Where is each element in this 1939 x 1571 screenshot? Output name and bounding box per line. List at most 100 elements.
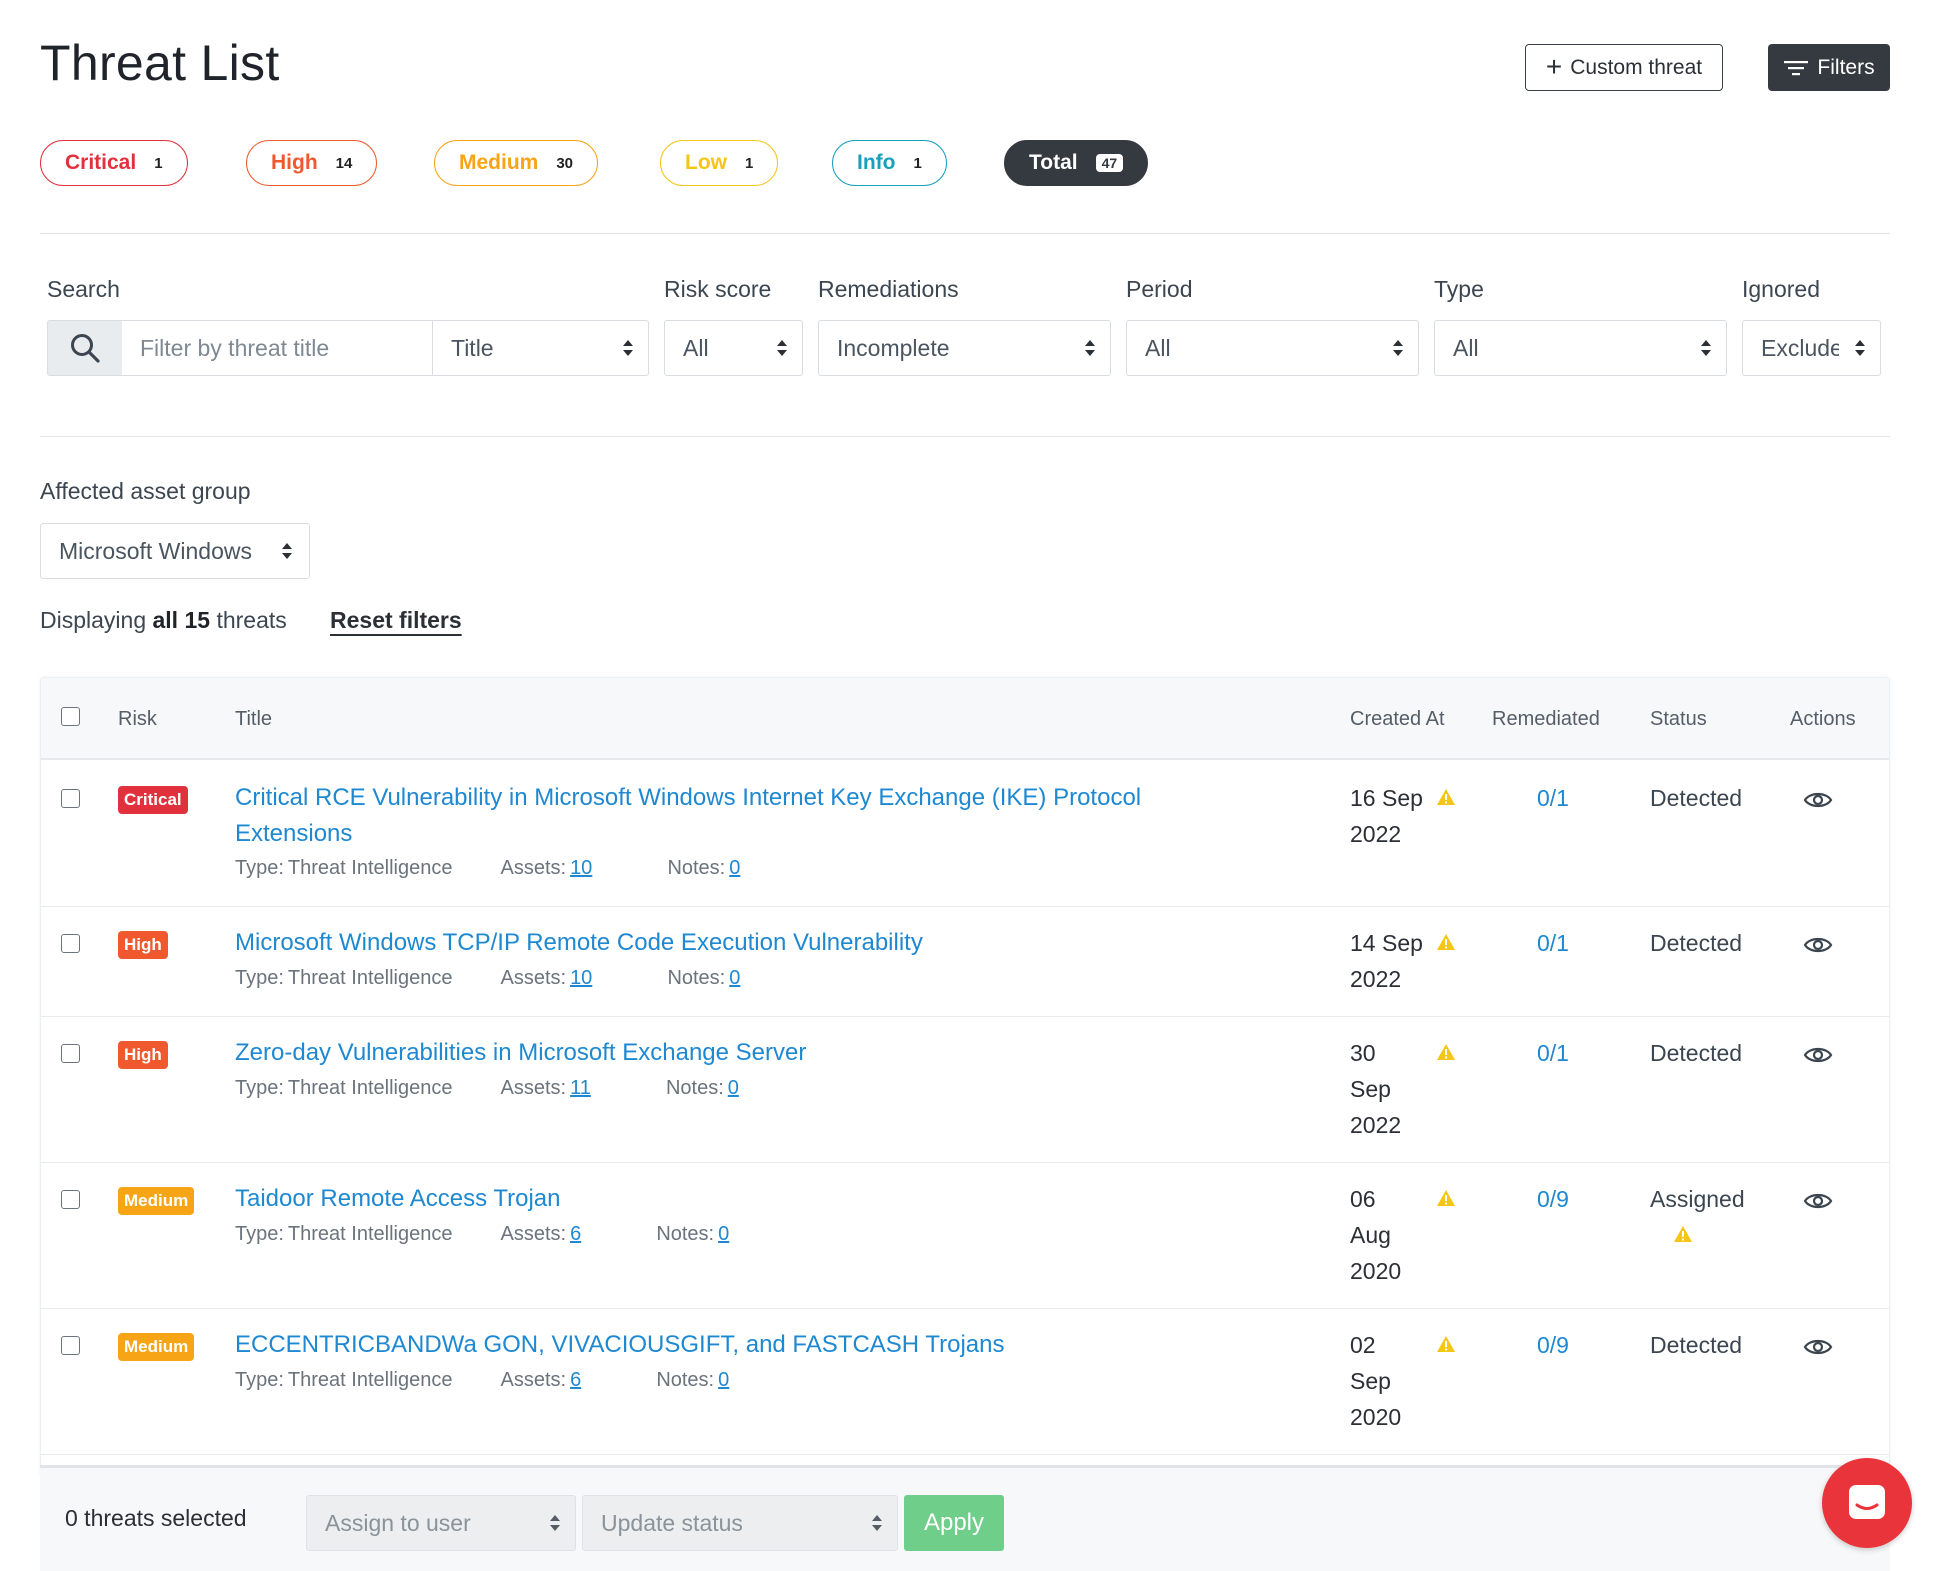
eye-icon[interactable] [1803, 1191, 1833, 1211]
type-value: Threat Intelligence [287, 967, 453, 989]
threat-meta: Type: Threat Intelligence Assets: 6 Notes:… [235, 1223, 729, 1246]
row-checkbox[interactable] [61, 789, 80, 808]
sort-arrows-icon [1393, 340, 1403, 356]
remediated-link[interactable]: 0/9 [1537, 1181, 1569, 1217]
pill-low[interactable]: Low 1 [660, 140, 779, 186]
row-checkbox[interactable] [61, 1044, 80, 1063]
remediated-link[interactable]: 0/1 [1537, 1035, 1569, 1071]
threat-title-link[interactable]: Zero-day Vulnerabilities in Microsoft Ex… [235, 1035, 1235, 1071]
eye-icon[interactable] [1803, 935, 1833, 955]
created-line: 2020 [1350, 1258, 1402, 1284]
pill-critical[interactable]: Critical 1 [40, 140, 188, 186]
notes-link[interactable]: 0 [718, 1369, 729, 1391]
status-text: Detected [1650, 1040, 1743, 1066]
risk-badge: High [118, 931, 168, 959]
assets-link[interactable]: 6 [570, 1223, 581, 1245]
remediated-link[interactable]: 0/1 [1537, 925, 1569, 961]
threat-title-link[interactable]: Critical RCE Vulnerability in Microsoft … [235, 780, 1235, 852]
threat-meta: Type: Threat Intelligence Assets: 10 Notes… [235, 967, 740, 990]
notes-key: Notes: [667, 857, 726, 879]
pill-medium[interactable]: Medium 30 [434, 140, 599, 186]
asset-group-label: Affected asset group [40, 478, 251, 504]
reset-filters-link[interactable]: Reset filters [330, 607, 462, 634]
filters-label: Filters [1817, 55, 1875, 79]
type-key: Type: [235, 1223, 284, 1245]
risk-score-value: All [683, 334, 709, 361]
ignored-select[interactable]: Exclude [1742, 320, 1881, 376]
notes-link[interactable]: 0 [728, 1077, 739, 1099]
type-select[interactable]: All [1434, 320, 1727, 376]
created-line: 06 [1350, 1186, 1376, 1212]
search-icon [71, 334, 100, 363]
threat-title-link[interactable]: ECCENTRICBANDWa GON, VIVACIOUSGIFT, and … [235, 1327, 1235, 1363]
risk-score-label: Risk score [664, 276, 772, 302]
remediated-link[interactable]: 0/1 [1537, 780, 1569, 816]
assets-link[interactable]: 11 [570, 1077, 591, 1099]
assign-user-select[interactable]: Assign to user [306, 1495, 576, 1551]
filters-button[interactable]: Filters [1768, 44, 1890, 91]
risk-score-select[interactable]: All [664, 320, 803, 376]
summary-count: all 15 [152, 607, 211, 633]
remediated-link[interactable]: 0/9 [1537, 1327, 1569, 1363]
notes-link[interactable]: 0 [718, 1223, 729, 1245]
search-input[interactable] [122, 320, 434, 376]
type-label: Type [1434, 276, 1484, 302]
asset-group-select[interactable]: Microsoft Windows [40, 523, 310, 579]
table-row: Medium ECCENTRICBANDWa GON, VIVACIOUSGIF… [41, 1309, 1889, 1455]
search-field-select[interactable]: Title [432, 320, 649, 376]
pill-high[interactable]: High 14 [246, 140, 378, 186]
row-checkbox[interactable] [61, 1190, 80, 1209]
header-title[interactable]: Title [235, 708, 272, 731]
pill-medium-label: Medium [459, 151, 539, 174]
pill-info-label: Info [857, 151, 896, 174]
eye-icon[interactable] [1803, 1337, 1833, 1357]
threat-title-link[interactable]: Microsoft Windows TCP/IP Remote Code Exe… [235, 925, 1235, 961]
ignored-label: Ignored [1742, 276, 1821, 302]
plus-icon: + [1545, 50, 1563, 82]
selected-count: 0 threats selected [65, 1505, 247, 1531]
update-status-select[interactable]: Update status [582, 1495, 898, 1551]
header-remediated[interactable]: Remediated [1492, 708, 1600, 731]
risk-badge: Medium [118, 1187, 195, 1215]
risk-badge: Medium [118, 1333, 195, 1361]
eye-icon[interactable] [1803, 1045, 1833, 1065]
row-checkbox[interactable] [61, 934, 80, 953]
custom-threat-button[interactable]: + Custom threat [1525, 44, 1723, 91]
assets-key: Assets: [500, 1077, 567, 1099]
notes-link[interactable]: 0 [729, 967, 740, 989]
select-all-checkbox[interactable] [61, 707, 80, 726]
created-at: 06 Aug 2020 [1350, 1181, 1401, 1289]
period-select[interactable]: All [1126, 320, 1419, 376]
divider [40, 233, 1890, 234]
notes-link[interactable]: 0 [729, 857, 740, 879]
assets-link[interactable]: 10 [570, 857, 592, 879]
apply-button[interactable]: Apply [904, 1495, 1004, 1551]
threat-meta: Type: Threat Intelligence Assets: 6 Notes:… [235, 1369, 729, 1392]
pill-total[interactable]: Total 47 [1004, 140, 1149, 186]
sort-arrows-icon [1701, 340, 1711, 356]
header-created-at[interactable]: Created At [1350, 708, 1445, 731]
sort-arrows-icon [1085, 340, 1095, 356]
assets-key: Assets: [500, 1369, 567, 1391]
created-line: 2020 [1350, 1404, 1402, 1430]
threat-title-link[interactable]: Taidoor Remote Access Trojan [235, 1181, 1235, 1217]
header-status[interactable]: Status [1650, 708, 1707, 731]
chat-launcher-button[interactable] [1822, 1458, 1912, 1548]
pill-info[interactable]: Info 1 [832, 140, 947, 186]
type-key: Type: [235, 1369, 284, 1391]
pill-high-label: High [271, 151, 318, 174]
ignored-value: Exclude [1761, 334, 1839, 361]
search-label: Search [47, 276, 120, 302]
search-button[interactable] [47, 320, 123, 376]
eye-icon[interactable] [1803, 790, 1833, 810]
pill-critical-label: Critical [65, 151, 137, 174]
pill-total-label: Total [1029, 151, 1078, 174]
warning-triangle-icon [1437, 1336, 1455, 1352]
remediations-select[interactable]: Incomplete [818, 320, 1111, 376]
threat-meta: Type: Threat Intelligence Assets: 11 Notes… [235, 1077, 739, 1100]
assets-link[interactable]: 10 [570, 967, 592, 989]
assets-link[interactable]: 6 [570, 1369, 581, 1391]
header-risk[interactable]: Risk [118, 708, 157, 731]
header-actions: Actions [1790, 708, 1856, 730]
row-checkbox[interactable] [61, 1336, 80, 1355]
